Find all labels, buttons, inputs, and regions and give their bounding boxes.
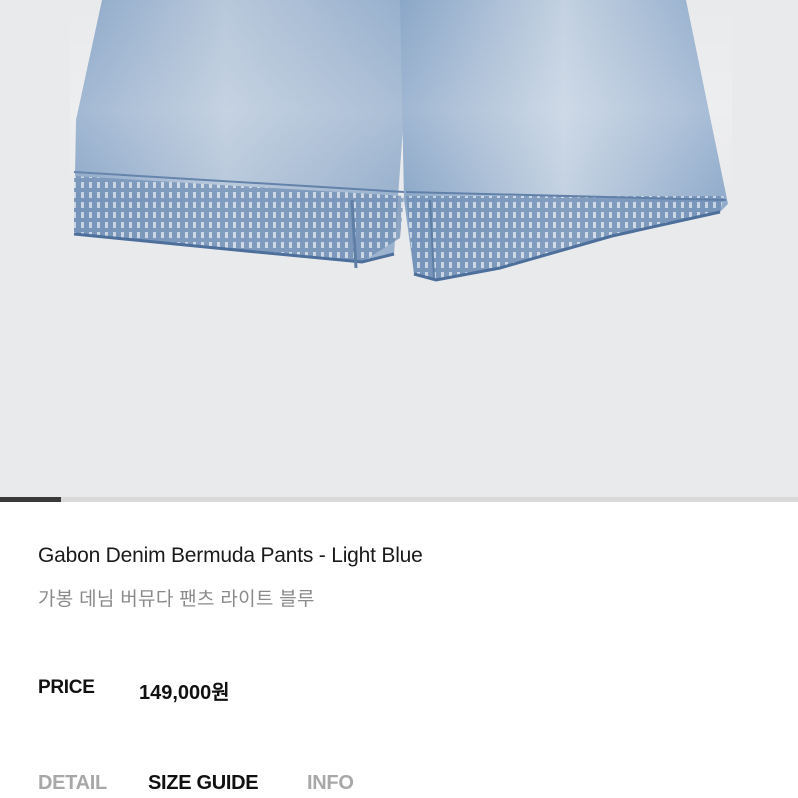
price-label: PRICE [38,677,95,698]
tab-info[interactable]: INFO [307,772,354,795]
tab-detail[interactable]: DETAIL [38,772,107,795]
gallery-progress-bar [0,497,798,502]
tab-size-guide[interactable]: SIZE GUIDE [148,772,259,795]
price-value: 149,000원 [139,682,230,704]
gallery-progress-fill [0,497,62,502]
product-image-gallery[interactable] [0,0,798,497]
product-name-korean: 가봉 데님 버뮤다 팬츠 라이트 블루 [38,589,315,610]
denim-shorts-image [70,0,732,282]
product-name-english: Gabon Denim Bermuda Pants - Light Blue [38,544,423,567]
